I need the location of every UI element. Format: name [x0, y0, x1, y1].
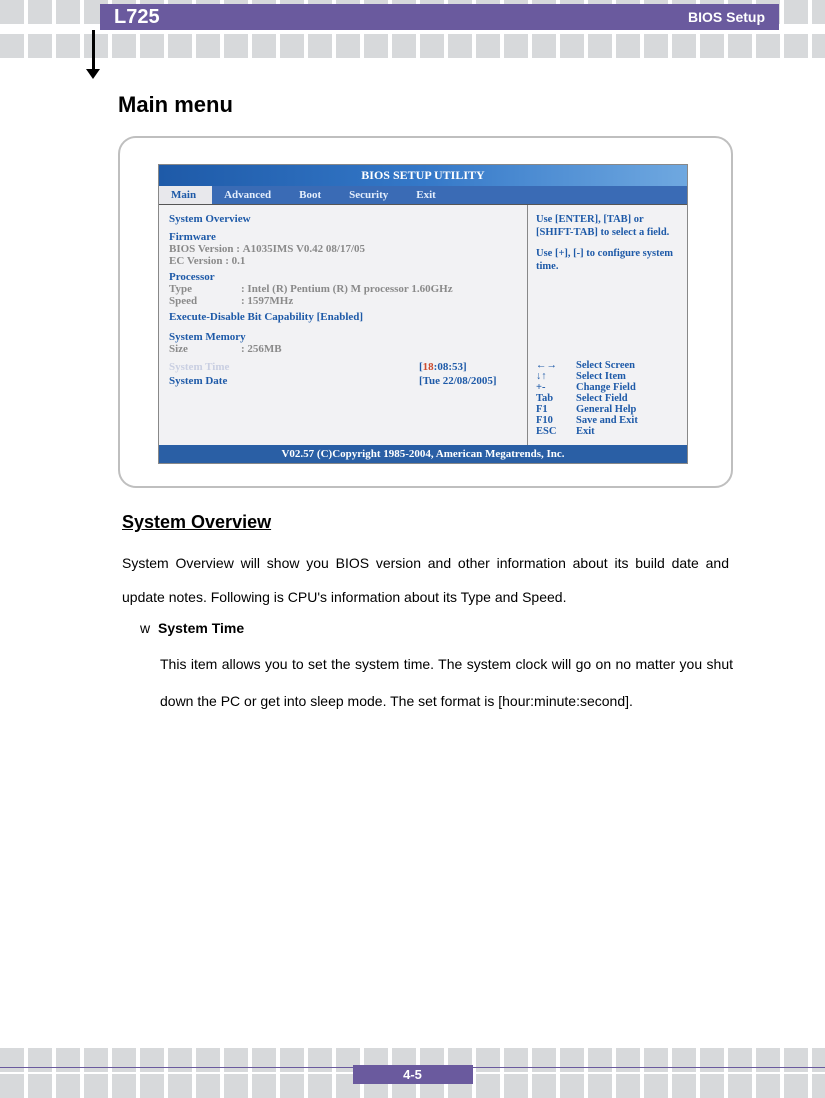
- memory-header: System Memory: [169, 331, 517, 343]
- processor-header: Processor: [169, 271, 517, 283]
- main-menu-heading: Main menu: [118, 92, 733, 118]
- system-date-value[interactable]: [Tue 22/08/2005]: [419, 375, 497, 387]
- bios-tabs: Main Advanced Boot Security Exit: [159, 186, 687, 205]
- bios-window: BIOS SETUP UTILITY Main Advanced Boot Se…: [158, 164, 688, 464]
- bios-version-value: A1035IMS V0.42 08/17/05: [243, 243, 365, 255]
- key-pm: +-: [536, 382, 576, 393]
- hint-select-field: Use [ENTER], [TAB] or [SHIFT-TAB] to sel…: [536, 213, 679, 239]
- key-tab-desc: Select Field: [576, 393, 628, 404]
- section-label: BIOS Setup: [688, 9, 765, 25]
- key-ud-desc: Select Item: [576, 371, 626, 382]
- system-time-value[interactable]: [18:08:53]: [419, 361, 467, 373]
- proc-speed-label: Speed: [169, 295, 241, 307]
- mem-size-label: Size: [169, 343, 241, 355]
- key-f10-desc: Save and Exit: [576, 415, 638, 426]
- bios-left-panel: System Overview Firmware BIOS Version : …: [159, 205, 527, 445]
- item-bullet: w: [140, 620, 150, 636]
- ec-version-value: 0.1: [232, 255, 246, 267]
- key-pm-desc: Change Field: [576, 382, 636, 393]
- key-esc: ESC: [536, 426, 576, 437]
- bios-footer: V02.57 (C)Copyright 1985-2004, American …: [159, 445, 687, 463]
- arrow-down-icon: [92, 30, 95, 70]
- key-f1-desc: General Help: [576, 404, 636, 415]
- system-overview-text: System Overview will show you BIOS versi…: [122, 547, 729, 614]
- system-date-label[interactable]: System Date: [169, 375, 419, 387]
- firmware-header: Firmware: [169, 231, 517, 243]
- proc-type-label: Type: [169, 283, 241, 295]
- bios-screenshot-frame: BIOS SETUP UTILITY Main Advanced Boot Se…: [118, 136, 733, 488]
- tab-exit[interactable]: Exit: [404, 186, 452, 204]
- item-system-time-head: w System Time: [140, 620, 733, 636]
- bios-title: BIOS SETUP UTILITY: [159, 165, 687, 186]
- bios-right-panel: Use [ENTER], [TAB] or [SHIFT-TAB] to sel…: [527, 205, 687, 445]
- tab-advanced[interactable]: Advanced: [212, 186, 287, 204]
- system-overview-heading: System Overview: [122, 512, 733, 533]
- model-label: L725: [114, 6, 160, 29]
- deco-band-top-2: [0, 34, 825, 58]
- key-f1: F1: [536, 404, 576, 415]
- tab-boot[interactable]: Boot: [287, 186, 337, 204]
- key-esc-desc: Exit: [576, 426, 595, 437]
- key-ud: ↓↑: [536, 371, 576, 382]
- proc-type-value: : Intel (R) Pentium (R) M processor 1.60…: [241, 283, 453, 295]
- item-name: System Time: [158, 620, 244, 636]
- key-f10: F10: [536, 415, 576, 426]
- bios-version-label: BIOS Version :: [169, 243, 240, 255]
- tab-security[interactable]: Security: [337, 186, 404, 204]
- proc-speed-value: : 1597MHz: [241, 295, 293, 307]
- key-lr-desc: Select Screen: [576, 360, 635, 371]
- key-tab: Tab: [536, 393, 576, 404]
- page-number: 4-5: [353, 1065, 473, 1084]
- overview-header: System Overview: [169, 213, 517, 225]
- key-legend: ←→Select Screen ↓↑Select Item +-Change F…: [536, 360, 679, 437]
- exec-disable-row[interactable]: Execute-Disable Bit Capability [Enabled]: [169, 311, 517, 323]
- system-time-label[interactable]: System Time: [169, 361, 419, 373]
- mem-size-value: : 256MB: [241, 343, 282, 355]
- hint-configure-time: Use [+], [-] to configure system time.: [536, 247, 679, 273]
- item-system-time-text: This item allows you to set the system t…: [160, 646, 733, 719]
- tab-main[interactable]: Main: [159, 186, 212, 204]
- ec-version-label: EC Version :: [169, 255, 229, 267]
- page-header: L725 BIOS Setup: [100, 4, 779, 30]
- key-lr: ←→: [536, 360, 576, 371]
